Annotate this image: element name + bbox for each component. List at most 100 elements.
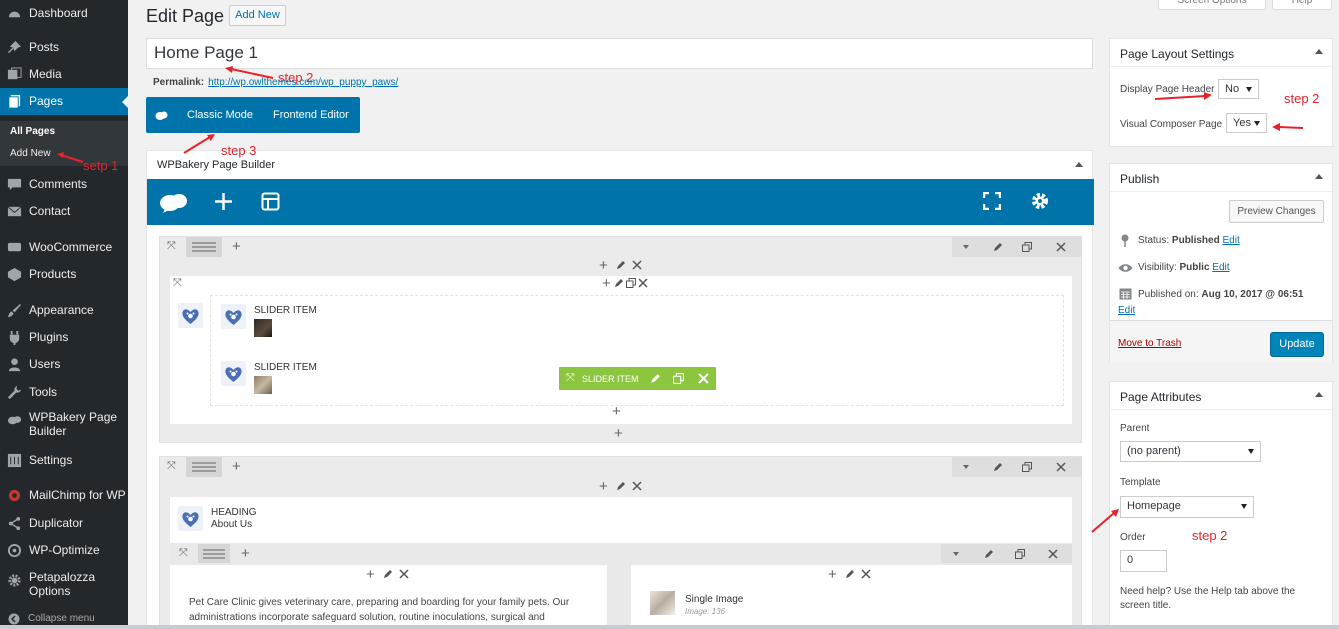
edit-icon[interactable] <box>993 242 1003 252</box>
add-element-top-icon[interactable]: + <box>599 258 608 273</box>
sidebar-item-petapalozza[interactable]: Petapalozza Options <box>0 567 128 601</box>
heading-element[interactable]: HEADING About Us <box>170 497 1072 543</box>
panel-toggle-icon[interactable] <box>1075 162 1083 167</box>
help-button[interactable]: Help <box>1272 0 1332 10</box>
sidebar-item-wp-optimize[interactable]: WP-Optimize <box>0 537 128 564</box>
sidebar-item-tools[interactable]: Tools <box>0 379 128 406</box>
delete-icon[interactable] <box>399 569 409 579</box>
add-element-top-icon[interactable]: + <box>599 479 608 494</box>
edit-icon[interactable] <box>845 569 855 579</box>
row-layout-button[interactable] <box>198 544 230 563</box>
sidebar-item-wpbakery[interactable]: WPBakery Page Builder <box>0 407 128 441</box>
sidebar-item-products[interactable]: Products <box>0 261 128 288</box>
add-element-icon[interactable]: + <box>612 404 621 419</box>
add-column-icon[interactable]: + <box>232 239 241 254</box>
move-icon[interactable]: ⤧ <box>566 372 575 385</box>
clone-icon[interactable] <box>1022 462 1032 472</box>
box-toggle-icon[interactable] <box>1315 392 1323 397</box>
sidebar-item-media[interactable]: Media <box>0 61 128 88</box>
box-toggle-icon[interactable] <box>1315 49 1323 54</box>
sidebar-item-dashboard[interactable]: Dashboard <box>0 0 128 27</box>
status-label: Status: <box>1138 235 1170 246</box>
move-to-trash-link[interactable]: Move to Trash <box>1118 338 1181 349</box>
wpbakery-logo-icon <box>155 111 168 120</box>
add-element-icon[interactable] <box>214 192 233 211</box>
add-new-button[interactable]: Add New <box>229 5 286 26</box>
sidebar-item-settings[interactable]: Settings <box>0 447 128 474</box>
clone-icon[interactable] <box>673 373 684 384</box>
preview-changes-button[interactable]: Preview Changes <box>1229 200 1324 223</box>
brush-icon <box>7 303 22 318</box>
screen-options-button[interactable]: Screen Options <box>1158 0 1266 10</box>
move-icon[interactable]: ⤧ <box>167 460 176 473</box>
box-title: Publish <box>1120 172 1160 186</box>
sidebar-item-label: Media <box>29 67 62 81</box>
move-icon[interactable]: ⤧ <box>179 547 188 560</box>
delete-icon[interactable] <box>638 278 648 288</box>
add-element-icon[interactable]: + <box>602 276 611 291</box>
published-edit-link[interactable]: Edit <box>1118 305 1135 316</box>
clone-icon[interactable] <box>1015 549 1025 559</box>
add-column-icon[interactable]: + <box>241 546 250 561</box>
edit-icon[interactable] <box>993 462 1003 472</box>
sidebar-item-comments[interactable]: Comments <box>0 171 128 198</box>
toggle-row-icon[interactable] <box>963 465 969 469</box>
vc-row: ⤧ + + ⤧ + SLIDER ITEM SLIDER ITEM ⤧ SLID… <box>159 236 1082 443</box>
delete-icon[interactable] <box>1056 242 1066 252</box>
sidebar-item-pages[interactable]: Pages <box>0 88 128 115</box>
sidebar-item-posts[interactable]: Posts <box>0 34 128 61</box>
sidebar-item-users[interactable]: Users <box>0 351 128 378</box>
templates-icon[interactable] <box>261 192 280 211</box>
edit-icon[interactable] <box>616 481 626 491</box>
sidebar-item-contact[interactable]: Contact <box>0 198 128 225</box>
submenu-add-new[interactable]: Add New <box>10 148 51 159</box>
add-element-bottom-icon[interactable]: + <box>614 426 623 441</box>
classic-mode-button[interactable]: Classic Mode <box>187 109 253 121</box>
sidebar-item-appearance[interactable]: Appearance <box>0 297 128 324</box>
edit-icon[interactable] <box>616 260 626 270</box>
permalink-label: Permalink: <box>153 77 205 88</box>
clone-icon[interactable] <box>626 278 636 288</box>
slider-item[interactable]: SLIDER ITEM <box>221 304 621 350</box>
visual-composer-page-select[interactable]: Yes <box>1226 113 1267 133</box>
sidebar-item-plugins[interactable]: Plugins <box>0 324 128 351</box>
update-button[interactable]: Update <box>1270 332 1324 357</box>
status-edit-link[interactable]: Edit <box>1223 235 1240 246</box>
text-block-preview[interactable]: Pet Care Clinic gives veterinary care, p… <box>189 595 589 629</box>
order-input[interactable]: 0 <box>1120 550 1167 572</box>
submenu-all-pages[interactable]: All Pages <box>10 126 55 137</box>
box-toggle-icon[interactable] <box>1315 174 1323 179</box>
edit-icon[interactable] <box>383 569 393 579</box>
move-icon[interactable]: ⤧ <box>167 240 176 253</box>
toggle-row-icon[interactable] <box>963 245 969 249</box>
page-title-input[interactable]: Home Page 1 <box>146 38 1093 69</box>
row-layout-button[interactable] <box>186 237 222 257</box>
element-logo <box>178 506 203 531</box>
row-layout-button[interactable] <box>186 457 222 477</box>
add-column-icon[interactable]: + <box>232 459 241 474</box>
display-page-header-select[interactable]: No <box>1218 79 1259 99</box>
edit-icon[interactable] <box>650 373 661 384</box>
add-element-icon[interactable]: + <box>366 567 375 582</box>
frontend-editor-button[interactable]: Frontend Editor <box>273 109 349 121</box>
sidebar-item-woocommerce[interactable]: WooCommerce <box>0 234 128 261</box>
delete-icon[interactable] <box>1056 462 1066 472</box>
edit-icon[interactable] <box>614 278 624 288</box>
template-select[interactable]: Homepage <box>1120 496 1254 518</box>
delete-icon[interactable] <box>632 481 642 491</box>
delete-icon[interactable] <box>861 569 871 579</box>
visibility-edit-link[interactable]: Edit <box>1212 262 1229 273</box>
move-icon[interactable]: ⤧ <box>173 277 182 290</box>
delete-icon[interactable] <box>698 373 709 384</box>
sidebar-item-duplicator[interactable]: Duplicator <box>0 510 128 537</box>
sidebar-item-mailchimp[interactable]: MailChimp for WP <box>0 482 128 509</box>
add-element-icon[interactable]: + <box>828 567 837 582</box>
delete-icon[interactable] <box>632 260 642 270</box>
parent-select[interactable]: (no parent) <box>1120 441 1261 462</box>
edit-icon[interactable] <box>984 549 994 559</box>
settings-gear-icon[interactable] <box>1031 192 1049 210</box>
delete-icon[interactable] <box>1048 549 1058 559</box>
clone-icon[interactable] <box>1022 242 1032 252</box>
toggle-row-icon[interactable] <box>953 552 959 556</box>
fullscreen-icon[interactable] <box>983 192 1001 210</box>
